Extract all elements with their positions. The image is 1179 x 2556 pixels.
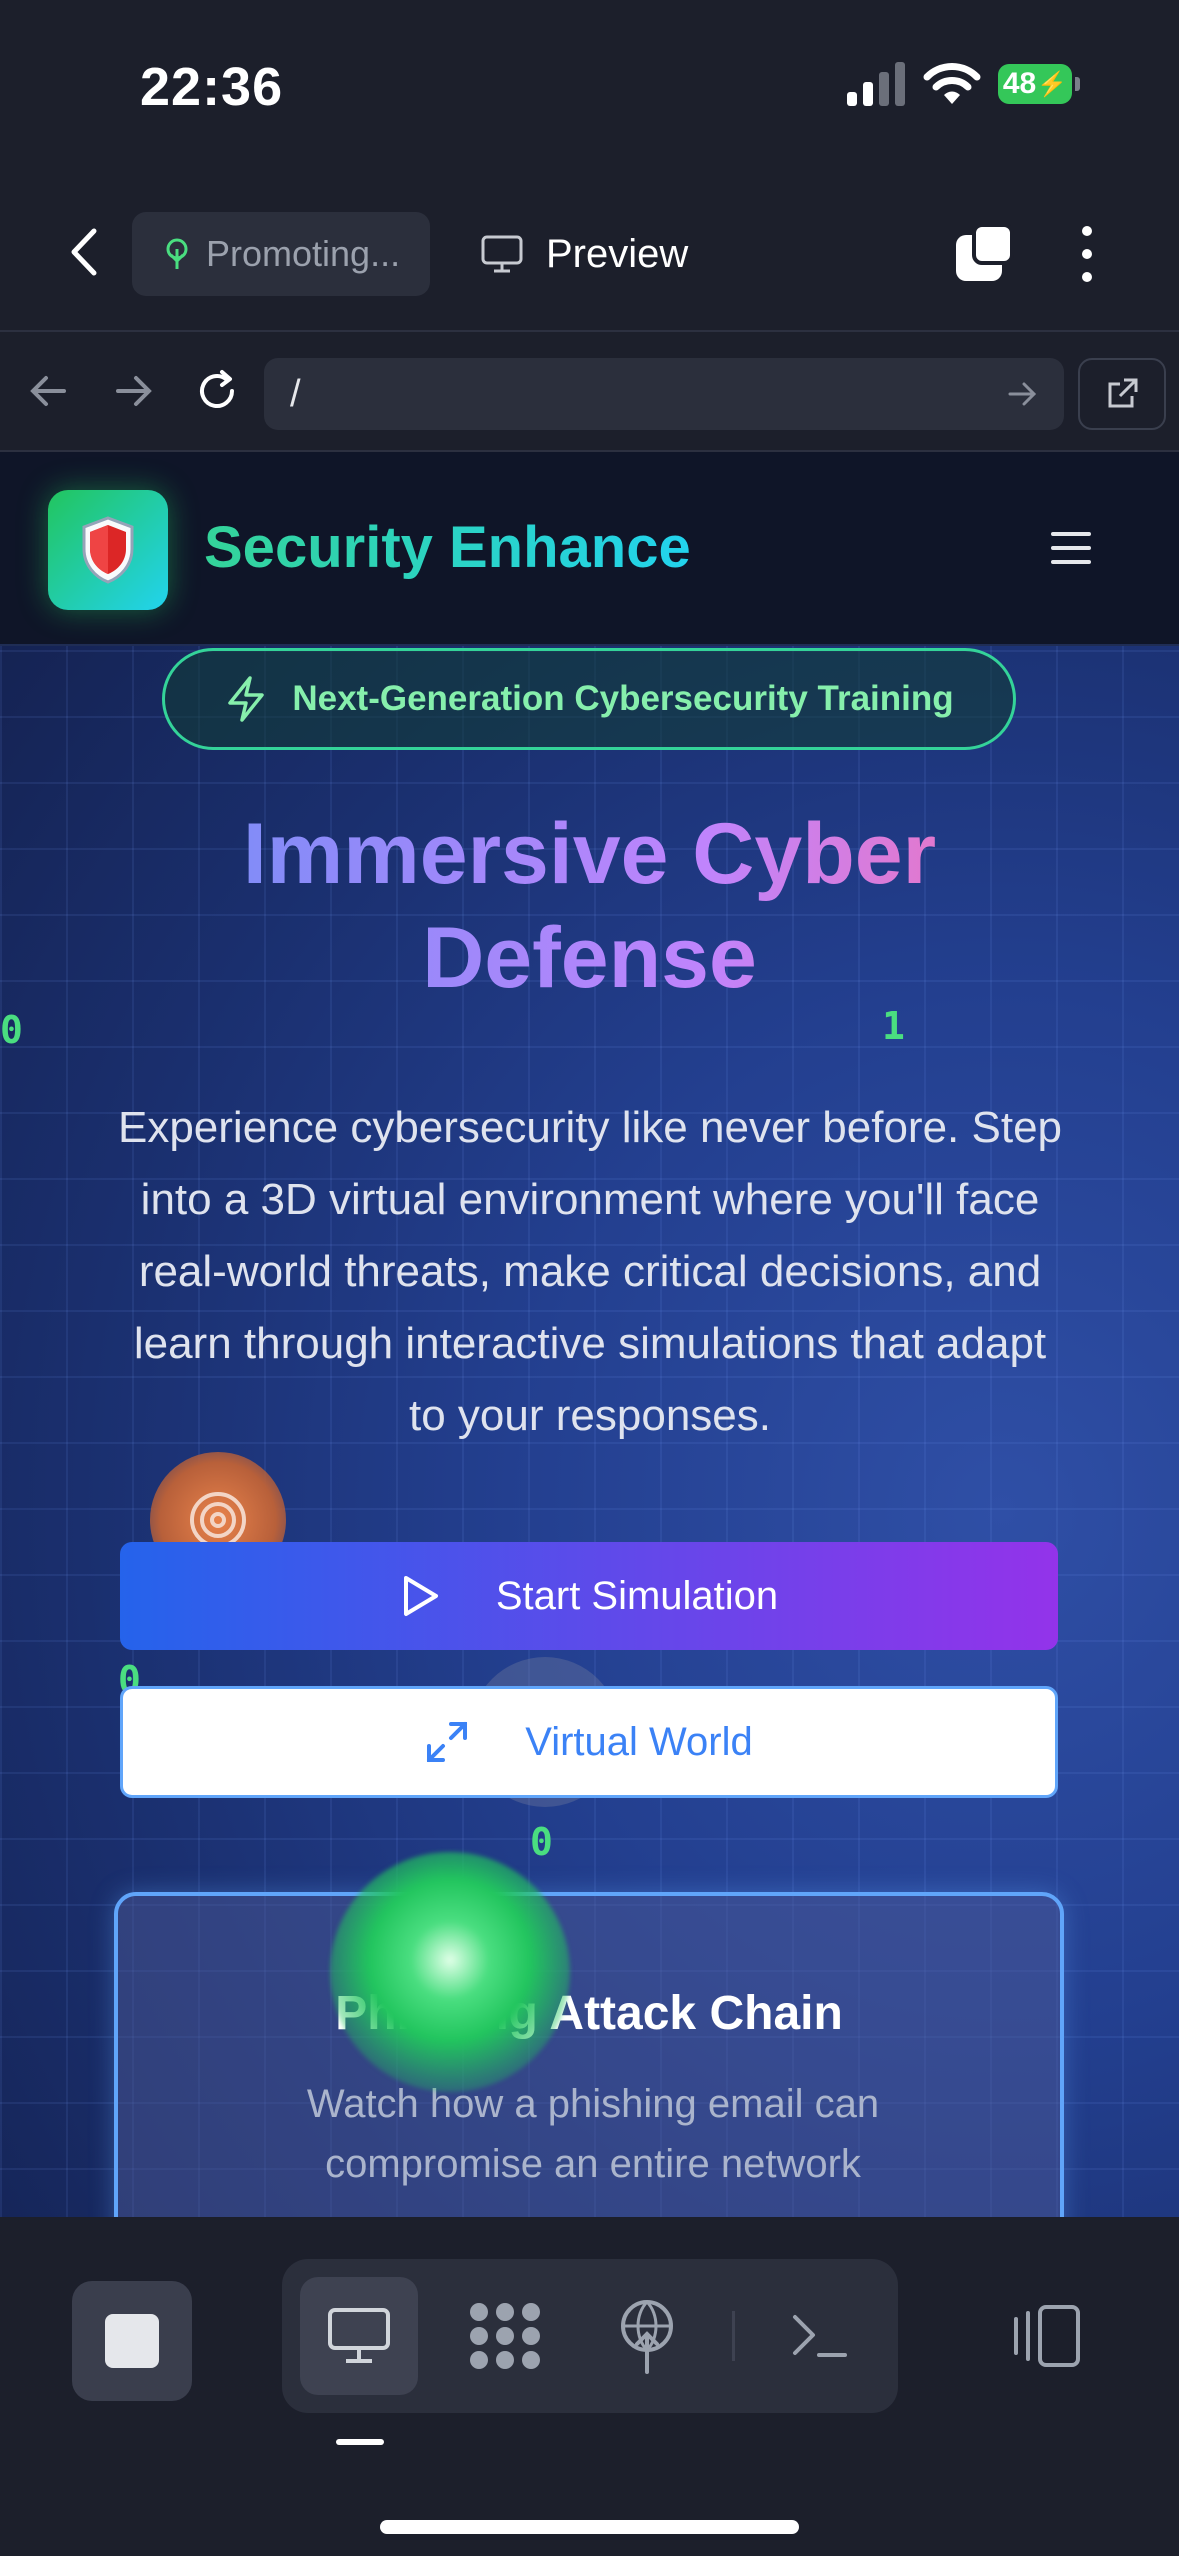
site-logo[interactable] xyxy=(48,490,168,610)
more-options-icon[interactable] xyxy=(1072,223,1102,285)
hero-badge-label: Next-Generation Cybersecurity Training xyxy=(292,679,954,718)
wifi-icon xyxy=(923,63,981,104)
binary-digit: 0 xyxy=(0,1008,23,1052)
lightning-icon xyxy=(228,676,265,722)
monitor-icon xyxy=(481,235,523,273)
binary-digit: 1 xyxy=(882,1004,905,1048)
go-arrow-icon[interactable] xyxy=(1002,374,1042,414)
web-preview: Security Enhance Next-Generation Cyberse… xyxy=(0,452,1179,2217)
stop-button[interactable] xyxy=(72,2281,192,2401)
start-simulation-label: Start Simulation xyxy=(495,1573,779,1618)
tab-desktop[interactable] xyxy=(300,2277,418,2395)
battery-level: 48 xyxy=(1002,67,1037,100)
hero-headline-line1: Immersive Cyber xyxy=(242,806,937,902)
view-switcher xyxy=(282,2259,898,2413)
start-simulation-button[interactable]: Start Simulation xyxy=(120,1542,1058,1650)
battery-indicator: 48 ⚡ xyxy=(998,64,1080,104)
feature-card[interactable]: Phishing Attack Chain Watch how a phishi… xyxy=(114,1892,1064,2217)
browser-nav-bar: / xyxy=(0,330,1179,452)
cellular-signal-icon xyxy=(847,62,905,106)
project-pill[interactable]: Promoting... xyxy=(132,212,430,296)
virtual-world-label: Virtual World xyxy=(525,1719,753,1764)
tab-terminal[interactable] xyxy=(760,2277,878,2395)
hero-description: Experience cybersecurity like never befo… xyxy=(117,1103,1063,1440)
site-header: Security Enhance xyxy=(0,452,1179,646)
reload-icon[interactable] xyxy=(192,366,242,416)
preview-label: Preview xyxy=(546,231,689,276)
site-brand[interactable]: Security Enhance xyxy=(204,514,691,581)
url-text: / xyxy=(290,372,301,415)
open-external-button[interactable] xyxy=(1078,358,1166,430)
active-tab-indicator xyxy=(336,2439,384,2445)
status-time: 22:36 xyxy=(140,57,284,117)
expand-icon xyxy=(427,1722,468,1762)
tab-apps[interactable] xyxy=(446,2277,564,2395)
project-pill-label: Promoting... xyxy=(206,233,401,274)
shield-icon xyxy=(82,516,134,584)
arrow-left-icon[interactable] xyxy=(24,366,74,416)
binary-digit: 0 xyxy=(530,1820,553,1864)
hamburger-menu-icon[interactable] xyxy=(1050,530,1092,566)
tab-network[interactable] xyxy=(588,2277,706,2395)
glow-orb xyxy=(330,1852,570,2092)
network-icon xyxy=(621,2300,673,2374)
bottom-dock xyxy=(0,2217,1179,2556)
card-description: Watch how a phishing email can compromis… xyxy=(306,2082,880,2186)
apps-icon xyxy=(470,2303,540,2369)
terminal-icon xyxy=(793,2315,847,2357)
url-input[interactable]: / xyxy=(264,358,1064,430)
play-icon xyxy=(403,1576,438,1616)
stop-icon xyxy=(105,2314,159,2368)
desktop-icon xyxy=(328,2308,390,2363)
external-link-icon xyxy=(1108,378,1138,408)
hero-badge: Next-Generation Cybersecurity Training xyxy=(162,648,1016,750)
app-toolbar: Promoting... Preview xyxy=(0,175,1179,330)
status-bar: 22:36 48 ⚡ xyxy=(0,0,1179,175)
divider xyxy=(732,2311,735,2361)
charging-bolt-icon: ⚡ xyxy=(1037,70,1068,98)
hero-headline-line2: Defense xyxy=(422,910,757,1006)
side-panel-icon[interactable] xyxy=(1010,2303,1082,2369)
hero-headline: Immersive Cyber Defense xyxy=(0,802,1179,1010)
card-title: Phishing Attack Chain xyxy=(335,1987,843,2040)
tree-icon xyxy=(166,238,188,269)
arrow-right-icon[interactable] xyxy=(108,366,158,416)
back-chevron-icon[interactable] xyxy=(62,225,106,279)
virtual-world-button[interactable]: Virtual World xyxy=(120,1686,1058,1798)
home-indicator[interactable] xyxy=(380,2520,799,2534)
tabs-icon[interactable] xyxy=(952,223,1014,285)
preview-button[interactable]: Preview xyxy=(480,212,688,296)
